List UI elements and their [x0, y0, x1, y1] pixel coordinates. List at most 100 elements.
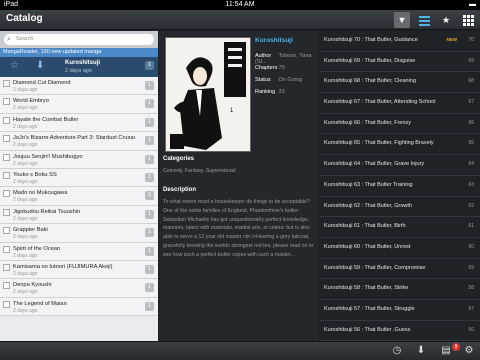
manga-list: Diamond Cut Diamond 2 days ago 1 World Embr… — [0, 77, 158, 317]
chapter-title: Kuroshitsuji 58 : That Butler, Strike — [324, 285, 409, 292]
checkbox[interactable] — [3, 80, 10, 87]
chapter-row[interactable]: Kuroshitsuji 64 : That Butler, Grave Inj… — [320, 155, 480, 176]
chapter-number: 64 — [468, 161, 474, 168]
chapter-number: 60 — [468, 243, 474, 250]
description-text: To what extent must a housekeeper do thi… — [163, 199, 314, 258]
count-badge: 1 — [145, 136, 154, 146]
manga-list-item[interactable]: Youko x Boku SS 2 days ago 1 — [0, 168, 158, 188]
chapter-row[interactable]: Kuroshitsuji 57 : That Butler, Struggle 5… — [320, 300, 480, 321]
chapter-number: 70 — [468, 37, 474, 43]
categories-heading: Categories — [163, 156, 195, 162]
manga-title: JoJo's Bizarre Adventure Part 3: Stardus… — [13, 135, 135, 142]
chapter-row[interactable]: Kuroshitsuji 66 : That Butler, Frenzy 66 — [320, 114, 480, 135]
settings-icon[interactable]: ⚙ — [463, 345, 475, 357]
manga-list-item[interactable]: Denpa Kyoushi 2 days ago 1 — [0, 279, 158, 298]
grid-icon[interactable] — [460, 12, 476, 28]
chapter-row[interactable]: Kuroshitsuji 62 : That Butler, Growth 62 — [320, 197, 480, 218]
checkbox[interactable] — [3, 245, 10, 253]
update-banner[interactable]: MangaReader, 190 new updated manga — [0, 48, 158, 57]
list-icon[interactable] — [416, 12, 432, 28]
count-badge: 1 — [145, 61, 154, 70]
description-heading: Description — [163, 187, 197, 193]
checkbox[interactable] — [3, 300, 10, 308]
chapter-title: Kuroshitsuji 67 : That Butler, Attending… — [324, 99, 436, 106]
manga-list-item[interactable]: Jigokudou Reikai Tsuushin 2 days ago 1 — [0, 205, 158, 225]
meta-value: 33 — [278, 89, 285, 95]
checkbox[interactable] — [3, 263, 10, 271]
manga-list-item[interactable]: Kamisama no Iutoori (FUJIMURA Akeji) 2 da… — [0, 260, 158, 280]
detail-title: Kuroshitsuji — [255, 37, 293, 44]
chapter-list: Kuroshitsuji 70 : That Butler, Guidance N… — [320, 31, 480, 341]
checkbox[interactable] — [3, 208, 10, 216]
manga-cover-image: 1 — [165, 37, 251, 152]
manga-date: 2 days ago — [13, 160, 38, 167]
checkbox[interactable] — [3, 227, 10, 235]
manga-date: 2 days ago — [13, 289, 38, 296]
bottom-toolbar: ◷ ⬇ ▤ 9 ⚙ — [0, 341, 480, 360]
checkbox[interactable] — [3, 98, 10, 106]
checkbox[interactable] — [3, 282, 10, 290]
meta-chapters: Chapters 70 — [255, 65, 285, 71]
manga-date: 2 days ago — [13, 252, 38, 259]
chapter-row[interactable]: Kuroshitsuji 56 : That Butler ,Guess 56 — [320, 321, 480, 341]
manga-date: 2 days ago — [13, 215, 38, 222]
download-icon[interactable]: ⬇ — [36, 60, 44, 71]
manga-list-item[interactable]: Diamond Cut Diamond 2 days ago 1 — [0, 77, 158, 96]
star-icon[interactable]: ★ — [438, 12, 454, 28]
chapter-title: Kuroshitsuji 65 : That Butler, Fighting … — [324, 140, 434, 147]
chapter-title: Kuroshitsuji 57 : That Butler, Struggle — [324, 305, 415, 312]
manga-list-item[interactable]: Mado no Mukougawa 2 days ago 2 — [0, 187, 158, 206]
manga-title: Denpa Kyoushi — [13, 282, 52, 289]
search-input[interactable]: ⌕ Search — [4, 34, 154, 45]
manga-date: 2 days ago — [13, 270, 38, 277]
manga-list-item[interactable]: Joujuu Senjin!! Mushibugyo 2 days ago 1 — [0, 150, 158, 169]
manga-list-item[interactable]: World Embryo 2 days ago 1 — [0, 95, 158, 114]
count-badge: 1 — [145, 99, 154, 109]
chapter-number: 69 — [468, 57, 474, 64]
manga-list-item[interactable]: JoJo's Bizarre Adventure Part 3: Stardus… — [0, 132, 158, 151]
manga-title: World Embryo — [13, 98, 49, 105]
chapter-row[interactable]: Kuroshitsuji 67 : That Butler, Attending… — [320, 93, 480, 114]
chapter-row[interactable]: Kuroshitsuji 61 : That Butler, Birth 61 — [320, 217, 480, 238]
checkbox[interactable] — [3, 153, 10, 161]
chapter-title: Kuroshitsuji 68 : That Butler, Cleaning — [324, 78, 416, 85]
manga-date: 2 days ago — [13, 234, 38, 241]
manga-list-item[interactable]: The Legend of Maian 2 days ago 1 — [0, 297, 158, 317]
favorite-icon[interactable]: ☆ — [10, 60, 19, 71]
chapter-number: 58 — [468, 285, 474, 292]
download-icon[interactable]: ⬇ — [415, 345, 427, 357]
chapter-row[interactable]: Kuroshitsuji 69 : That Butler, Disguise 6… — [320, 52, 480, 73]
chapter-row[interactable]: Kuroshitsuji 65 : That Butler, Fighting … — [320, 134, 480, 156]
selected-manga-row[interactable]: ☆ ⬇ Kuroshitsuji 2 days ago 1 — [0, 57, 158, 77]
checkbox[interactable] — [3, 116, 10, 124]
manga-list-item[interactable]: Grappler Baki 2 days ago 1 — [0, 224, 158, 243]
categories-text: Comedy, Fantasy, Supernatural — [163, 168, 236, 174]
chapter-row[interactable]: Kuroshitsuji 68 : That Butler, Cleaning 6… — [320, 72, 480, 94]
checkbox[interactable] — [3, 135, 10, 143]
meta-value: 70 — [278, 65, 285, 71]
manga-list-item[interactable]: Spirit of the Ocean 2 days ago 1 — [0, 242, 158, 261]
clock-icon[interactable]: ◷ — [391, 345, 403, 357]
news-icon[interactable]: ▤ — [440, 345, 452, 357]
chapter-row[interactable]: Kuroshitsuji 59 : That Butler, Compromis… — [320, 259, 480, 280]
chapter-title: Kuroshitsuji 61 : That Butler, Birth — [324, 223, 406, 230]
chapter-row[interactable]: Kuroshitsuji 63 : That Butler Training 63 — [320, 176, 480, 197]
chapter-row[interactable]: Kuroshitsuji 60 : That Butler, Unrest 60 — [320, 238, 480, 259]
search-placeholder: Search — [16, 36, 34, 42]
checkbox[interactable] — [3, 190, 10, 198]
dropdown-icon[interactable]: ▼ — [394, 12, 410, 28]
meta-author: Author Toboso, Yana (SI... — [255, 53, 319, 65]
manga-title: Kamisama no Iutoori (FUJIMURA Akeji) — [13, 263, 113, 270]
checkbox[interactable] — [3, 171, 10, 179]
manga-date: 2 days ago — [13, 142, 38, 149]
manga-list-item[interactable]: Hayate the Combat Butler 2 days ago 1 — [0, 113, 158, 133]
count-badge: 1 — [145, 117, 154, 127]
chapter-row[interactable]: Kuroshitsuji 58 : That Butler, Strike 58 — [320, 279, 480, 300]
manga-title: Grappler Baki — [13, 227, 48, 234]
count-badge: 1 — [145, 209, 154, 219]
count-badge: 1 — [145, 172, 154, 182]
chapter-number: 57 — [468, 305, 474, 312]
count-badge: 2 — [145, 191, 154, 201]
chapter-row[interactable]: Kuroshitsuji 70 : That Butler, Guidance N… — [320, 31, 480, 52]
chapter-title: Kuroshitsuji 59 : That Butler, Compromis… — [324, 264, 426, 271]
